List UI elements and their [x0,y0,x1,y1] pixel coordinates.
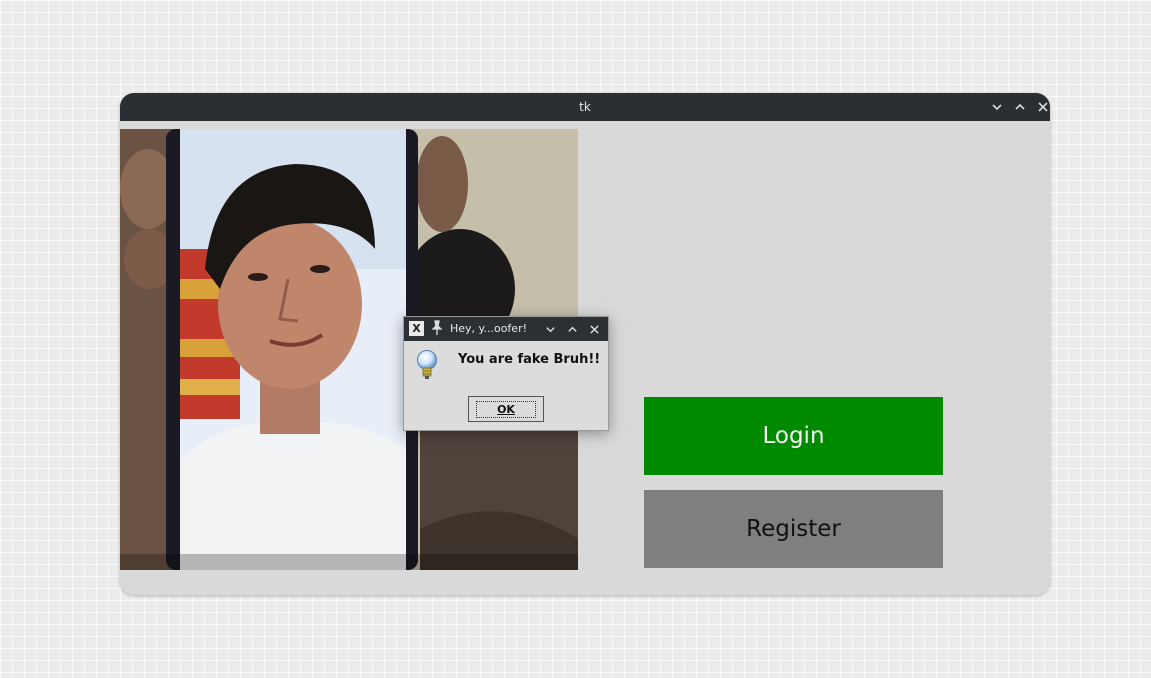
message-dialog: X Hey, y...oofer! You are fake Bruh!! OK [403,316,609,431]
x11-app-icon: X [409,321,424,336]
ok-button[interactable]: OK [468,396,544,422]
window-title: tk [579,100,591,114]
chevron-down-icon [545,326,555,332]
dialog-titlebar[interactable]: X Hey, y...oofer! [404,317,608,341]
dialog-title: Hey, y...oofer! [450,322,528,335]
pin-icon[interactable] [431,320,443,339]
lightbulb-icon [417,350,437,379]
close-icon [1038,102,1048,112]
minimize-button[interactable] [986,93,1008,121]
close-icon [589,324,599,334]
chevron-up-icon [1015,103,1025,110]
bottom-strip [120,570,1050,595]
maximize-button[interactable] [1009,93,1031,121]
dialog-maximize-button[interactable] [562,317,582,341]
chevron-up-icon [567,326,577,332]
dialog-close-button[interactable] [584,317,604,341]
dialog-minimize-button[interactable] [540,317,560,341]
chevron-down-icon [992,104,1002,111]
close-button[interactable] [1032,93,1050,121]
dialog-message: You are fake Bruh!! [458,352,601,367]
ok-button-label: OK [476,400,536,418]
login-button[interactable]: Login [644,397,943,475]
window-titlebar[interactable]: tk [120,93,1050,121]
register-button[interactable]: Register [644,490,943,568]
